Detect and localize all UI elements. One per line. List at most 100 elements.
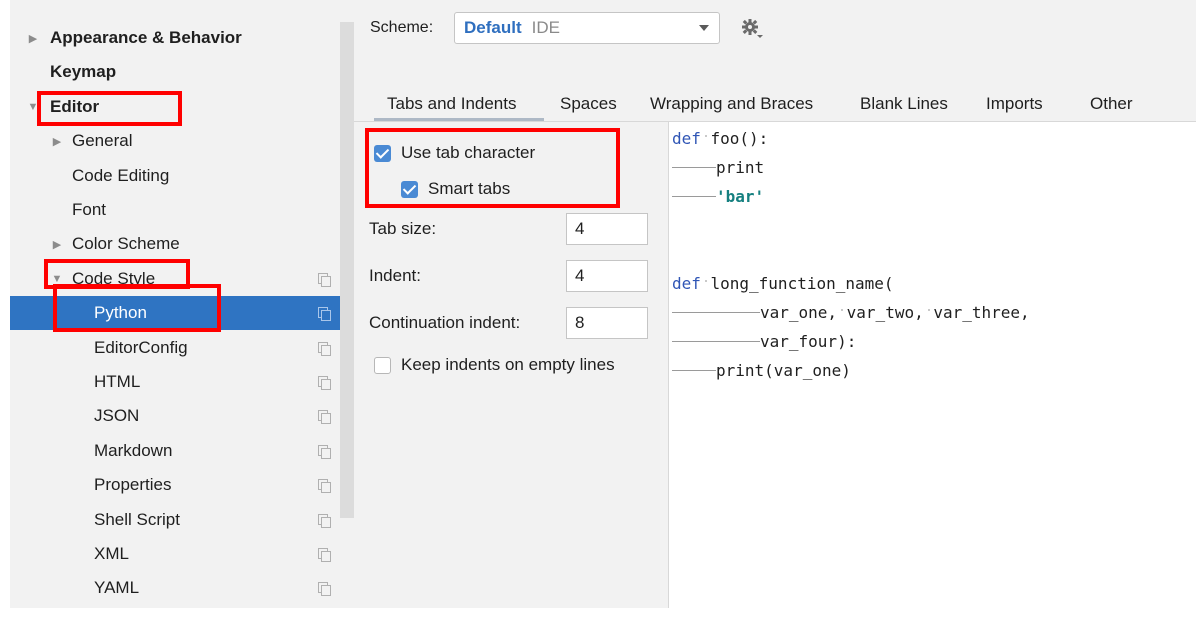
tree-item-editor[interactable]: ▼ Editor — [10, 90, 354, 124]
tree-scrollbar[interactable] — [340, 22, 354, 518]
copy-icon — [318, 582, 331, 597]
code-text: print(var_one) — [716, 360, 851, 380]
tree-item-editorconfig[interactable]: EditorConfig — [10, 331, 354, 365]
code-line: def long_function_name( — [672, 272, 894, 294]
indent-label: Indent: — [369, 266, 421, 285]
expand-right-icon[interactable]: ▶ — [50, 238, 64, 251]
tree-item-label: Keymap — [50, 62, 117, 82]
tab-indicator — [672, 369, 716, 371]
copy-icon — [318, 376, 331, 390]
continuation-indent-input[interactable] — [566, 307, 648, 339]
scheme-label: Scheme: — [370, 19, 434, 36]
tab-bar: Tabs and Indents Spaces Wrapping and Brace… — [354, 88, 1196, 122]
tree-item-json[interactable]: JSON — [10, 399, 354, 433]
tree-item-label: Properties — [94, 475, 172, 495]
scheme-dropdown[interactable]: Default IDE — [454, 12, 720, 44]
tree-item-label: Python — [94, 303, 147, 323]
tree-item-label: Editor — [50, 96, 100, 116]
tree-item-label: Markdown — [94, 440, 173, 460]
tab-imports[interactable]: Imports — [986, 94, 1043, 114]
gear-icon[interactable] — [740, 18, 764, 40]
tree-item-properties[interactable]: Properties — [10, 468, 354, 502]
tree-item-label: HTML — [94, 372, 141, 391]
continuation-indent-label: Continuation indent: — [369, 313, 521, 332]
tree-item-label: YAML — [94, 578, 140, 598]
code-line: var_four): — [672, 330, 856, 352]
keep-indents-checkbox[interactable]: Keep indents on empty lines — [374, 355, 615, 375]
tree-item-general[interactable]: ▶ General — [10, 124, 354, 158]
copy-icon — [318, 444, 331, 459]
tree-item-color-scheme[interactable]: ▶ Color Scheme — [10, 227, 354, 261]
tab-indicator — [672, 311, 716, 313]
scheme-name: Default — [464, 18, 522, 37]
tab-blank-lines[interactable]: Blank Lines — [860, 94, 948, 114]
code-keyword: def — [672, 273, 701, 293]
tree-item-label: Code Style — [72, 268, 156, 288]
tab-tabs-and-indents[interactable]: Tabs and Indents — [387, 94, 516, 114]
chevron-down-icon — [699, 25, 709, 31]
code-text: var_three, — [933, 302, 1030, 322]
code-text: var_one, — [760, 302, 838, 322]
checkbox-checked-icon — [374, 144, 391, 162]
code-text: foo(): — [710, 128, 769, 148]
tabs-indents-options: Use tab character Smart tabs Tab size: I… — [354, 122, 668, 608]
tab-indicator — [672, 195, 716, 197]
active-tab-indicator — [374, 118, 544, 121]
copy-icon — [318, 307, 331, 322]
code-line: print — [672, 156, 764, 178]
tree-item-label: General — [72, 131, 133, 151]
copy-icon — [318, 341, 331, 356]
code-line: def foo(): — [672, 127, 768, 149]
tab-other[interactable]: Other — [1090, 94, 1133, 114]
tree-item-appearance-behavior[interactable]: ▶ Appearance & Behavior — [10, 21, 354, 55]
code-text: var_two, — [846, 302, 924, 322]
tree-item-keymap[interactable]: Keymap — [10, 55, 354, 89]
tab-size-label: Tab size: — [369, 219, 437, 238]
code-keyword: def — [672, 128, 701, 148]
tree-item-yaml[interactable]: YAML — [10, 571, 354, 605]
tab-wrapping-and-braces[interactable]: Wrapping and Braces — [650, 94, 813, 114]
tree-item-html[interactable]: HTML — [10, 365, 354, 399]
tree-item-label: JSON — [94, 406, 140, 426]
code-text: var_four): — [760, 331, 857, 351]
copy-icon — [318, 479, 331, 494]
use-tab-character-checkbox[interactable]: Use tab character — [374, 143, 535, 163]
checkbox-checked-icon — [401, 180, 418, 198]
expand-right-icon[interactable]: ▶ — [26, 32, 40, 45]
tree-item-font[interactable]: Font — [10, 193, 354, 227]
tree-item-python[interactable]: Python — [10, 296, 354, 331]
expand-down-icon[interactable]: ▼ — [50, 273, 64, 285]
tree-item-label: Code Editing — [72, 165, 170, 185]
copy-icon — [318, 272, 331, 287]
tree-item-shell-script[interactable]: Shell Script — [10, 503, 354, 537]
tab-indicator — [672, 340, 716, 342]
tree-item-label: Shell Script — [94, 509, 180, 529]
code-line: 'bar' — [672, 185, 764, 207]
tab-indicator — [672, 166, 716, 168]
keep-indents-label: Keep indents on empty lines — [401, 355, 615, 374]
tree-item-xml[interactable]: XML — [10, 537, 354, 571]
code-style-panel: Scheme: Default IDE Tabs and Indents Spac… — [354, 0, 1196, 608]
tab-indicator — [716, 311, 760, 313]
tab-size-input[interactable] — [566, 213, 648, 245]
expand-down-icon[interactable]: ▼ — [26, 101, 40, 113]
copy-icon — [318, 513, 331, 528]
tree-item-markdown[interactable]: Markdown — [10, 434, 354, 468]
copy-icon — [318, 410, 331, 425]
tree-item-label: EditorConfig — [94, 337, 188, 357]
tab-spaces[interactable]: Spaces — [560, 94, 617, 114]
tree-item-label: Appearance & Behavior — [50, 28, 242, 47]
settings-tree: ▶ Appearance & Behavior Keymap ▼ Editor ▶ Gene… — [10, 0, 354, 608]
tree-item-code-style[interactable]: ▼ Code Style — [10, 262, 354, 296]
tree-item-label: Font — [72, 200, 107, 219]
smart-tabs-checkbox[interactable]: Smart tabs — [401, 179, 510, 199]
tree-item-label: Color Scheme — [72, 234, 180, 254]
tree-item-code-editing[interactable]: Code Editing — [10, 159, 354, 193]
scheme-type: IDE — [531, 18, 560, 37]
code-text: long_function_name( — [710, 273, 894, 293]
code-string: 'bar' — [716, 186, 765, 206]
code-line: print(var_one) — [672, 359, 851, 381]
expand-right-icon[interactable]: ▶ — [50, 135, 64, 148]
code-text: print — [716, 157, 765, 177]
indent-input[interactable] — [566, 260, 648, 292]
